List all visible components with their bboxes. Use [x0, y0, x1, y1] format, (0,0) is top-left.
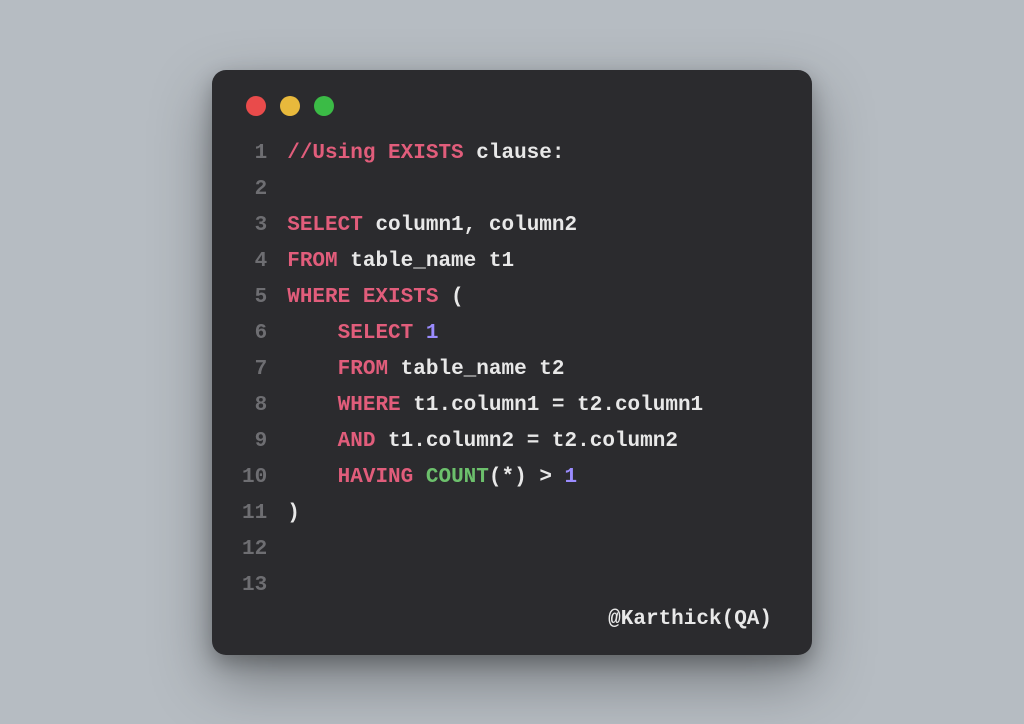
token-plain	[287, 466, 337, 489]
code-line: AND t1.column2 = t2.column2	[287, 424, 782, 460]
token-plain	[527, 466, 540, 489]
token-plain	[552, 466, 565, 489]
code-line	[287, 172, 782, 208]
code-window: 12345678910111213 //Using EXISTS clause:…	[212, 70, 812, 655]
token-punct: )	[287, 502, 300, 525]
line-number: 8	[242, 388, 267, 424]
token-plain: table_name t2	[388, 358, 564, 381]
token-plain: t2	[539, 430, 577, 453]
code-line: //Using EXISTS clause:	[287, 136, 782, 172]
line-number: 13	[242, 568, 267, 604]
token-plain: column2	[476, 214, 577, 237]
line-number: 1	[242, 136, 267, 172]
token-kw: AND	[338, 430, 376, 453]
line-number: 5	[242, 280, 267, 316]
token-plain	[287, 430, 337, 453]
line-number: 6	[242, 316, 267, 352]
token-plain: column1	[615, 394, 703, 417]
token-punct: .	[413, 430, 426, 453]
token-plain	[287, 322, 337, 345]
token-plain: column2	[590, 430, 678, 453]
line-number: 4	[242, 244, 267, 280]
code-line: FROM table_name t1	[287, 244, 782, 280]
token-op: =	[552, 394, 565, 417]
token-num: 1	[426, 322, 439, 345]
token-num: 1	[565, 466, 578, 489]
token-kw: FROM	[338, 358, 388, 381]
line-number: 3	[242, 208, 267, 244]
token-plain	[413, 466, 426, 489]
token-plain	[413, 322, 426, 345]
token-op: >	[539, 466, 552, 489]
token-kw: SELECT	[338, 322, 414, 345]
token-kw: WHERE EXISTS	[287, 286, 438, 309]
token-punct: .	[602, 394, 615, 417]
line-number-gutter: 12345678910111213	[242, 136, 287, 604]
token-plain: t1	[375, 430, 413, 453]
code-line: WHERE t1.column1 = t2.column1	[287, 388, 782, 424]
token-punct: ,	[464, 214, 477, 237]
code-line	[287, 568, 782, 604]
line-number: 12	[242, 532, 267, 568]
token-plain: column1	[451, 394, 552, 417]
maximize-icon[interactable]	[314, 96, 334, 116]
line-number: 11	[242, 496, 267, 532]
code-line: )	[287, 496, 782, 532]
code-line: WHERE EXISTS (	[287, 280, 782, 316]
line-number: 9	[242, 424, 267, 460]
token-op: =	[527, 430, 540, 453]
author-credit: @Karthick(QA)	[242, 608, 782, 631]
token-punct: .	[577, 430, 590, 453]
minimize-icon[interactable]	[280, 96, 300, 116]
traffic-lights	[242, 96, 782, 116]
token-plain: column2	[426, 430, 527, 453]
line-number: 2	[242, 172, 267, 208]
token-kw: FROM	[287, 250, 337, 273]
token-plain: column1	[363, 214, 464, 237]
token-kw: HAVING	[338, 466, 414, 489]
code-line	[287, 532, 782, 568]
token-punct: (	[489, 466, 502, 489]
token-op: *	[502, 466, 515, 489]
token-plain: t1	[401, 394, 439, 417]
code-line: FROM table_name t2	[287, 352, 782, 388]
line-number: 10	[242, 460, 267, 496]
line-number: 7	[242, 352, 267, 388]
token-kw: SELECT	[287, 214, 363, 237]
token-plain	[287, 394, 337, 417]
token-plain	[287, 358, 337, 381]
token-plain: table_name t1	[338, 250, 514, 273]
close-icon[interactable]	[246, 96, 266, 116]
code-lines: //Using EXISTS clause: SELECT column1, c…	[287, 136, 782, 604]
code-line: SELECT column1, column2	[287, 208, 782, 244]
token-plain: clause:	[464, 142, 565, 165]
token-punct: (	[438, 286, 463, 309]
token-punct: )	[514, 466, 527, 489]
token-comment: //Using EXISTS	[287, 142, 463, 165]
code-line: SELECT 1	[287, 316, 782, 352]
token-func: COUNT	[426, 466, 489, 489]
token-punct: .	[438, 394, 451, 417]
code-line: HAVING COUNT(*) > 1	[287, 460, 782, 496]
code-area: 12345678910111213 //Using EXISTS clause:…	[242, 136, 782, 604]
token-plain: t2	[565, 394, 603, 417]
token-kw: WHERE	[338, 394, 401, 417]
